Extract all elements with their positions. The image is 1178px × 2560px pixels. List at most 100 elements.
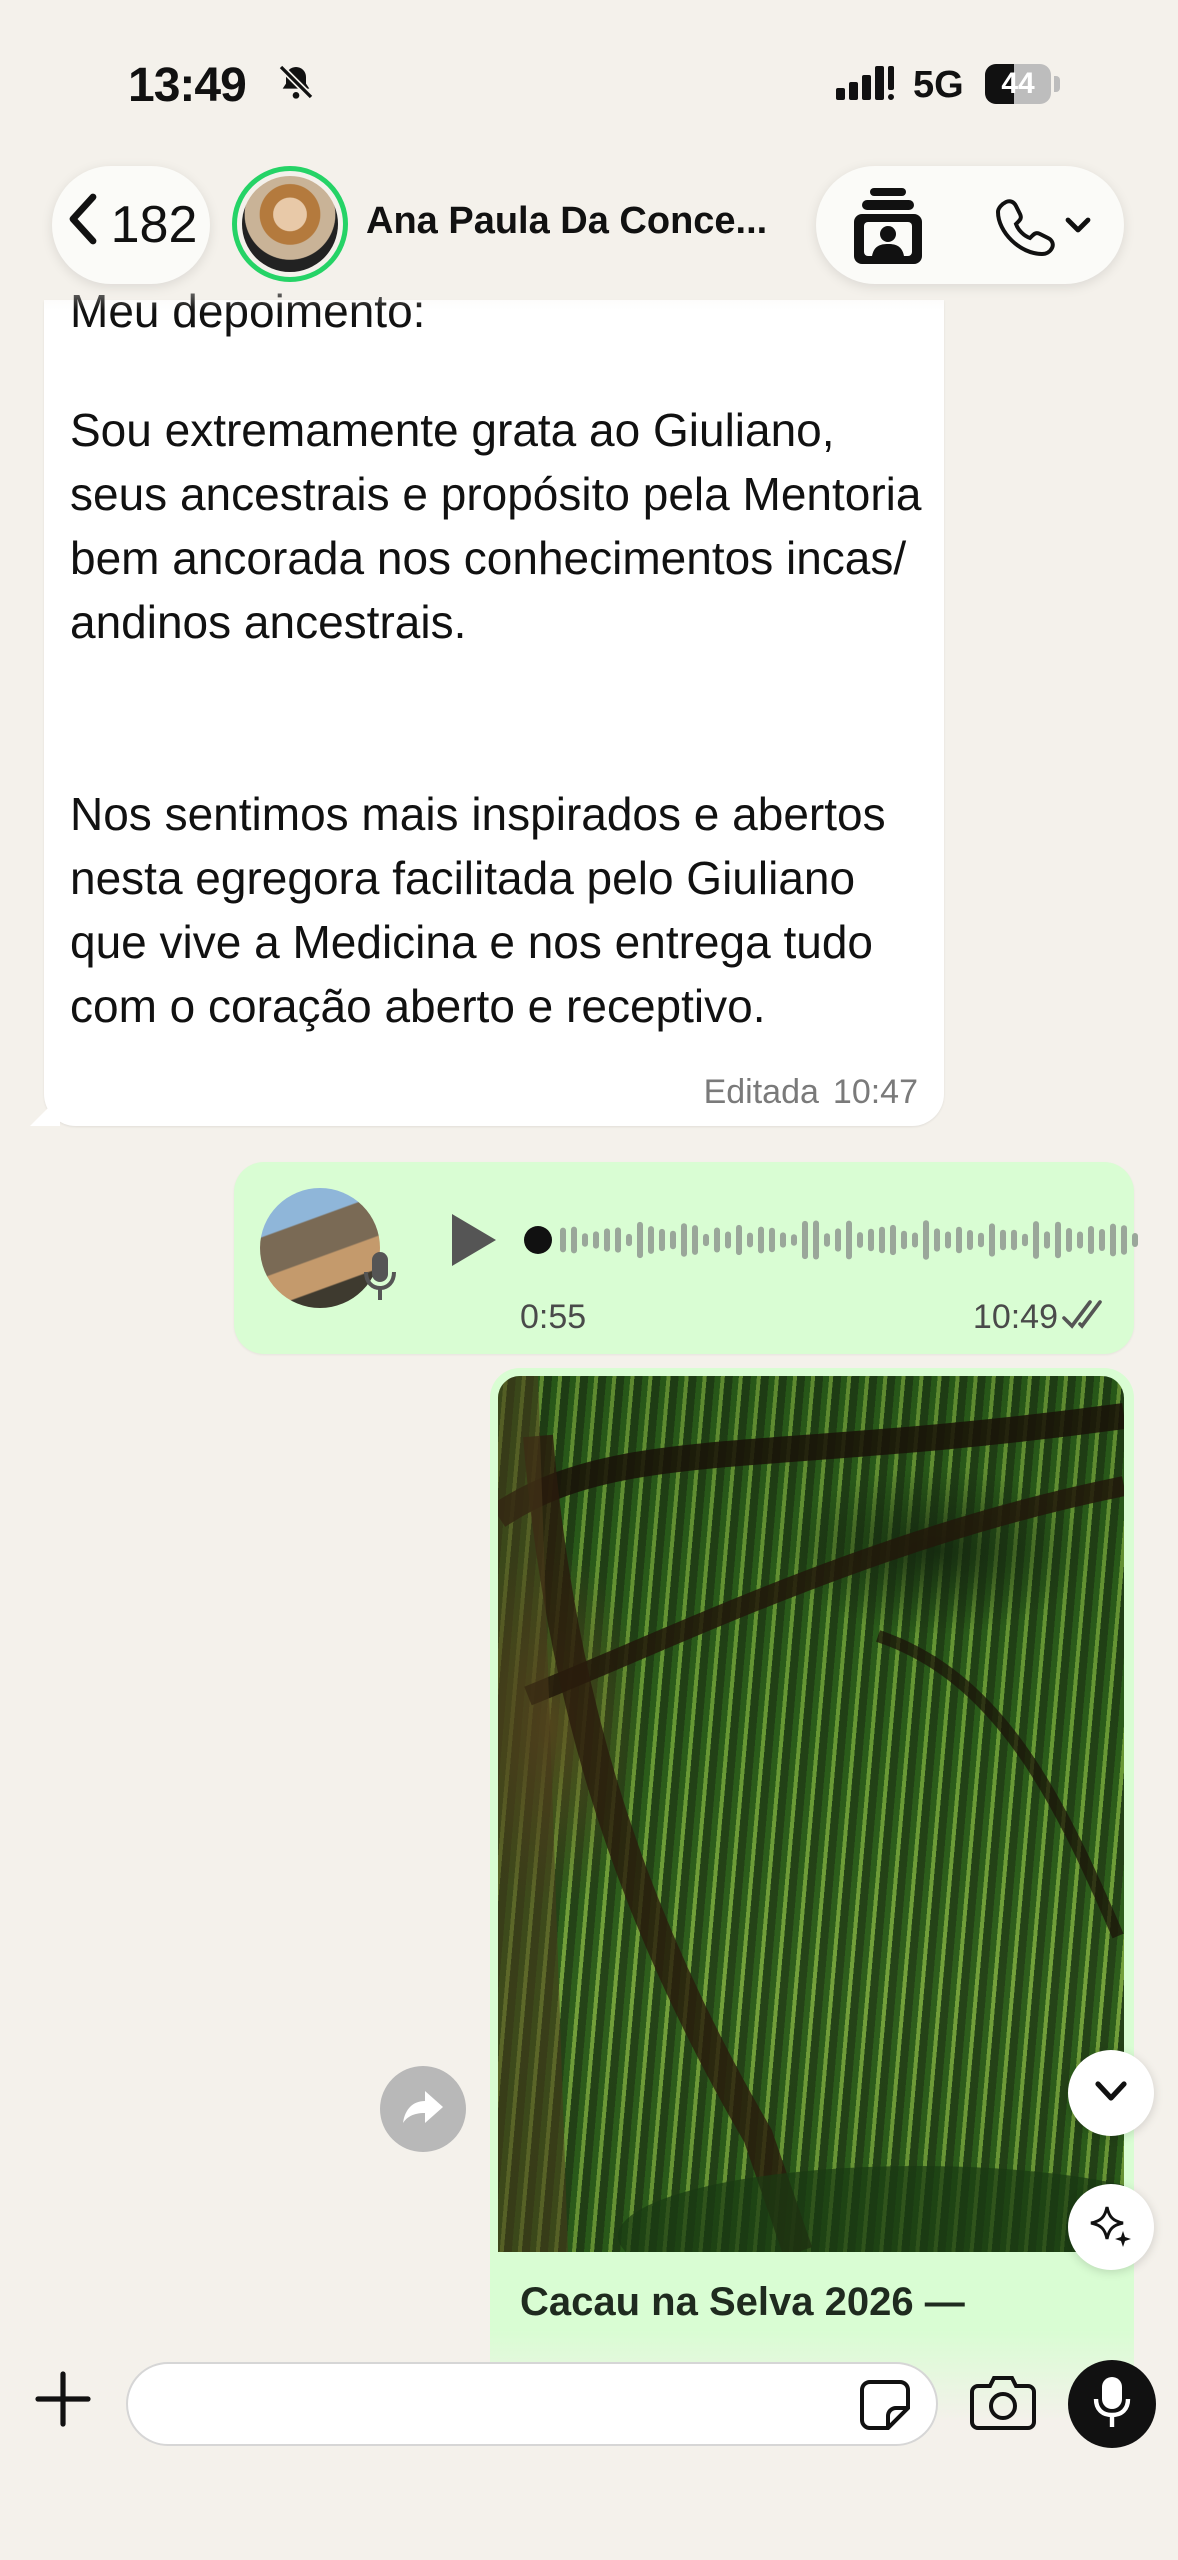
signal-icon [836,64,896,107]
waveform-bar [989,1223,995,1257]
waveform-bar [725,1231,731,1249]
waveform-bar [681,1223,687,1257]
scroll-down-icon [1094,2080,1128,2107]
waveform-bar [582,1233,588,1247]
waveform-bar [967,1230,973,1250]
voice-duration: 0:55 [520,1298,587,1336]
waveform-bar [604,1228,610,1252]
waveform-bar [901,1230,907,1250]
video-call-icon[interactable] [850,184,926,273]
waveform-bar [769,1227,775,1253]
status-time: 13:49 [128,59,247,112]
waveform-bar [813,1220,819,1260]
waveform-bar [736,1224,742,1256]
phone-icon[interactable] [995,196,1092,261]
waveform-bar [791,1234,797,1246]
chevron-down-icon [1065,217,1091,233]
scroll-down-button[interactable] [1068,2050,1154,2136]
sticker-icon[interactable] [858,2378,912,2437]
back-button[interactable]: 182 [52,166,210,284]
battery-icon: 44 [985,64,1051,104]
forward-button[interactable] [380,2066,466,2152]
image-message-bubble[interactable]: Cacau na Selva 2026 — [490,1368,1134,2418]
waveform-bar [670,1230,676,1250]
network-type: 5G [913,64,964,106]
message-input[interactable] [158,2378,838,2432]
waveform-progress-dot[interactable] [524,1226,552,1254]
waveform-bar [846,1220,852,1260]
waveform-bar [1132,1232,1138,1248]
waveform-bar [648,1226,654,1254]
waveform-bar [747,1232,753,1248]
waveform-bar [1033,1221,1039,1259]
waveform-bar [593,1231,599,1249]
waveform-bar [1088,1225,1094,1255]
waveform-bar [857,1232,863,1248]
waveform-bar [659,1228,665,1252]
message-paragraph: Sou extremamente grata ao Giuliano, seus… [70,404,922,648]
audio-waveform[interactable] [524,1210,1140,1270]
voice-message-bubble[interactable]: 0:55 10:49 [234,1162,1138,1354]
waveform-bar [879,1226,885,1254]
waveform-bar [890,1224,896,1256]
message-paragraph: Nos sentimos mais inspirados e abertos n… [70,788,886,1032]
contact-avatar[interactable] [232,166,348,282]
camera-icon[interactable] [970,2372,1036,2435]
waveform-bar [1055,1221,1061,1259]
waveform-bar [1099,1228,1105,1252]
waveform-bar [1110,1223,1116,1257]
contact-name[interactable]: Ana Paula Da Conce... [366,200,767,243]
voice-time: 10:49 [972,1298,1058,1336]
waveform-bar [1121,1225,1127,1255]
waveform-bar [978,1232,984,1248]
status-bar: 13:49 5G 44 [0,0,1178,160]
waveform-bar [1066,1227,1072,1253]
waveform-bar [626,1233,632,1247]
waveform-bar [1022,1233,1028,1247]
waveform-bar [692,1225,698,1255]
ai-button[interactable] [1068,2184,1154,2270]
waveform-bar [1011,1229,1017,1251]
waveform-bar [571,1226,577,1254]
mic-icon [1092,2375,1132,2434]
waveform-bar [780,1232,786,1248]
waveform-bar [868,1228,874,1252]
waveform-bar [835,1228,841,1252]
waveform-bar [945,1231,951,1249]
mic-icon [362,1250,398,1307]
battery-cap [1054,76,1060,92]
waveform-bar [824,1233,830,1247]
message-input-wrapper [126,2362,938,2446]
waveform-bar [1000,1229,1006,1251]
edited-label: Editada [703,1073,819,1111]
image-caption: Cacau na Selva 2026 — [520,2280,965,2324]
plus-icon[interactable] [30,2366,96,2437]
waveform-bar [934,1228,940,1252]
record-voice-button[interactable] [1068,2360,1156,2448]
waveform-bar [923,1220,929,1260]
bell-slash-icon [276,62,316,107]
waveform-bar [1044,1231,1050,1249]
waveform-bar [637,1221,643,1259]
jungle-image[interactable] [498,1376,1124,2252]
waveform-bar [615,1227,621,1253]
forward-icon [401,2089,445,2130]
unread-count: 182 [110,196,198,254]
chevron-left-icon [65,193,101,258]
bubble-tail [30,1096,60,1126]
message-meta: Editada 10:47 [704,1073,918,1112]
header-actions [816,166,1124,284]
double-check-icon [1062,1298,1110,1337]
waveform-bar [912,1232,918,1248]
waveform-bar [560,1227,566,1253]
waveform-bar [758,1226,764,1254]
waveform-bar [703,1233,709,1247]
battery-level: 44 [1001,67,1035,100]
ai-sparkle-icon [1089,2203,1133,2252]
waveform-bar [1077,1231,1083,1249]
message-time: 10:47 [832,1073,918,1111]
waveform-bar [714,1227,720,1253]
play-button[interactable] [444,1210,500,1275]
incoming-message-bubble[interactable]: Meu depoimento: Sou extremamente grata a… [30,285,944,1126]
waveform-bar [956,1226,962,1254]
